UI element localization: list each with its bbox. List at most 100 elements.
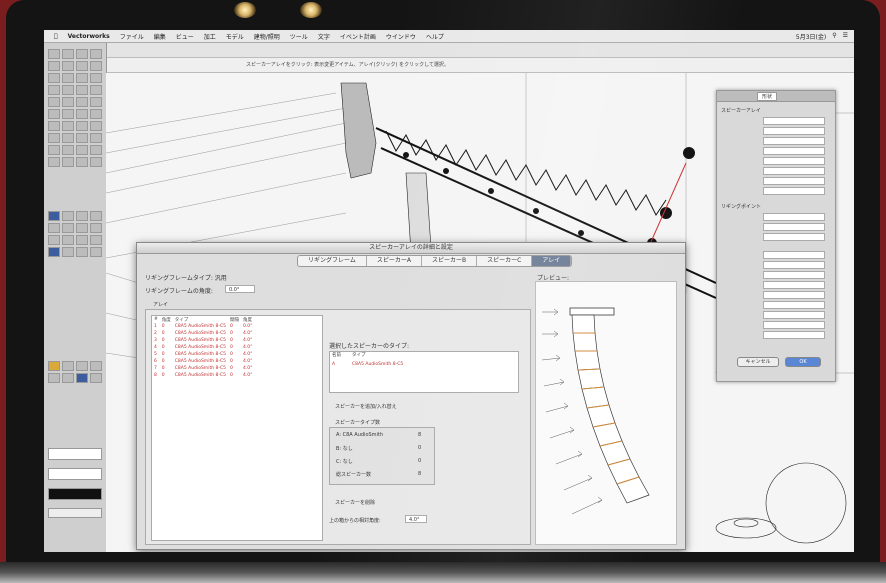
menu-help[interactable]: ヘルプ <box>426 32 444 41</box>
opacity-icon[interactable] <box>76 361 88 371</box>
video-screen-tool-icon[interactable] <box>62 235 74 245</box>
label-tool-icon[interactable] <box>90 247 102 257</box>
truss-tool-icon[interactable] <box>62 211 74 221</box>
circle-tool-icon[interactable] <box>76 61 88 71</box>
text-tool-icon[interactable] <box>76 73 88 83</box>
menu-file[interactable]: ファイル <box>120 32 144 41</box>
table-row[interactable]: 8 0 C8A5 AudioSmith 8-C5 0 4.0° <box>152 372 254 379</box>
drape-tool-icon[interactable] <box>76 235 88 245</box>
oi-field-13[interactable] <box>763 261 825 269</box>
eyedropper-tool-icon[interactable] <box>48 109 60 119</box>
oi-field-5[interactable] <box>763 157 825 165</box>
measure-tool-icon[interactable] <box>48 157 60 167</box>
menu-tools[interactable]: ツール <box>290 32 308 41</box>
speaker-list-row-type[interactable]: C8A5 AudioSmith 8-C5 <box>352 362 403 367</box>
pen-color-swatch[interactable] <box>48 488 102 500</box>
mirror-tool-icon[interactable] <box>48 85 60 95</box>
menu-window[interactable]: ウインドウ <box>386 32 416 41</box>
select-tool-icon[interactable] <box>48 49 60 59</box>
freehand-tool-icon[interactable] <box>76 133 88 143</box>
clock[interactable]: 5月3日(金) <box>796 32 826 41</box>
oi-field-14[interactable] <box>763 271 825 279</box>
drop-icon[interactable] <box>76 373 88 383</box>
menu-model[interactable]: モデル <box>226 32 244 41</box>
ok-button[interactable]: OK <box>785 357 821 367</box>
spiral-tool-icon[interactable] <box>90 133 102 143</box>
trim-tool-icon[interactable] <box>90 85 102 95</box>
stack-tool-icon[interactable] <box>76 121 88 131</box>
pan-tool-icon[interactable] <box>62 49 74 59</box>
seating-tool-icon[interactable] <box>48 223 60 233</box>
arrow-style-icon[interactable] <box>48 373 60 383</box>
oi-field-2[interactable] <box>763 127 825 135</box>
menu-spotlight[interactable]: 建物/照明 <box>254 32 280 41</box>
oi-field-20[interactable] <box>763 331 825 339</box>
chamfer-tool-icon[interactable] <box>62 97 74 107</box>
table-row[interactable]: 7 0 C8A5 AudioSmith 8-C5 0 4.0° <box>152 365 254 372</box>
delete-speaker-button[interactable]: スピーカーを削除 <box>335 499 375 506</box>
locus-tool-icon[interactable] <box>76 109 88 119</box>
menu-event[interactable]: イベント計画 <box>340 32 376 41</box>
camera-tool-icon[interactable] <box>90 121 102 131</box>
oi-field-17[interactable] <box>763 301 825 309</box>
speaker-table[interactable]: # 角度 タイプ 間隔 角度 1 0 C8A5 AudioSmith 8-C5 0 0.… <box>151 315 323 541</box>
oi-field-3[interactable] <box>763 137 825 145</box>
dimension-tool-icon[interactable] <box>90 73 102 83</box>
app-menu[interactable]: Vectorworks <box>68 33 110 40</box>
menu-modify[interactable]: 加工 <box>204 32 216 41</box>
stage-tool-icon[interactable] <box>62 223 74 233</box>
reshape-tool-icon[interactable] <box>90 109 102 119</box>
oi-field-4[interactable] <box>763 147 825 155</box>
rect-tool-icon[interactable] <box>62 61 74 71</box>
table-row[interactable]: 5 0 C8A5 AudioSmith 8-C5 0 4.0° <box>152 351 254 358</box>
oi-field-8[interactable] <box>763 187 825 195</box>
oi-field-10[interactable] <box>763 223 825 231</box>
tab-array[interactable]: アレイ <box>532 256 572 266</box>
oi-field-19[interactable] <box>763 321 825 329</box>
line-weight-field[interactable] <box>48 508 102 518</box>
symbol-tool-icon[interactable] <box>48 133 60 143</box>
loft-tool-icon[interactable] <box>90 145 102 155</box>
table-row[interactable]: 2 0 C8A5 AudioSmith 8-C5 0 4.0° <box>152 330 254 337</box>
tab-shape[interactable]: 形状 <box>757 92 778 101</box>
tab-speaker-a[interactable]: スピーカーA <box>367 256 422 266</box>
oi-field-16[interactable] <box>763 291 825 299</box>
apple-menu-icon[interactable]:  <box>54 33 58 40</box>
snap-tool-icon[interactable] <box>62 157 74 167</box>
tab-speaker-c[interactable]: スピーカーC <box>477 256 533 266</box>
line-weight-icon[interactable] <box>90 361 102 371</box>
hoist-tool-icon[interactable] <box>76 211 88 221</box>
menu-edit[interactable]: 編集 <box>154 32 166 41</box>
shadow-icon[interactable] <box>62 373 74 383</box>
oi-field-1[interactable] <box>763 117 825 125</box>
table-row[interactable]: 6 0 C8A5 AudioSmith 8-C5 0 4.0° <box>152 358 254 365</box>
notification-icon[interactable]: ☰ <box>843 32 848 41</box>
oi-field-12[interactable] <box>763 251 825 259</box>
table-row[interactable]: 4 0 C8A5 AudioSmith 8-C5 0 4.0° <box>152 344 254 351</box>
booth-tool-icon[interactable] <box>62 247 74 257</box>
oi-field-6[interactable] <box>763 167 825 175</box>
relative-angle-field[interactable]: 4.0° <box>405 515 427 523</box>
speaker-array-drawing[interactable] <box>340 82 432 254</box>
cancel-button[interactable]: キャンセル <box>737 357 779 367</box>
speaker-type-list[interactable]: 名前 タイプ A C8A5 AudioSmith 8-C5 <box>329 351 519 393</box>
split-tool-icon[interactable] <box>90 97 102 107</box>
focus-tool-icon[interactable] <box>90 223 102 233</box>
offset-tool-icon[interactable] <box>76 85 88 95</box>
table-tool-icon[interactable] <box>48 247 60 257</box>
spotlight-search-icon[interactable]: ⚲ <box>832 32 836 41</box>
lighting-instrument-tool-icon[interactable] <box>48 211 60 221</box>
cable-tool-icon[interactable] <box>48 235 60 245</box>
add-replace-speaker-button[interactable]: スピーカーを追加/入れ替え <box>335 403 397 410</box>
hatch-tool-icon[interactable] <box>62 133 74 143</box>
polygon-tool-icon[interactable] <box>48 73 60 83</box>
rotate-tool-icon[interactable] <box>62 85 74 95</box>
oi-field-9[interactable] <box>763 213 825 221</box>
speaker-list-row-name[interactable]: A <box>332 362 335 367</box>
zoom-tool-icon[interactable] <box>76 49 88 59</box>
fill-style-icon[interactable] <box>48 361 60 371</box>
arc-tool-icon[interactable] <box>90 61 102 71</box>
riser-tool-icon[interactable] <box>76 247 88 257</box>
menu-text[interactable]: 文字 <box>318 32 330 41</box>
oi-field-11[interactable] <box>763 233 825 241</box>
